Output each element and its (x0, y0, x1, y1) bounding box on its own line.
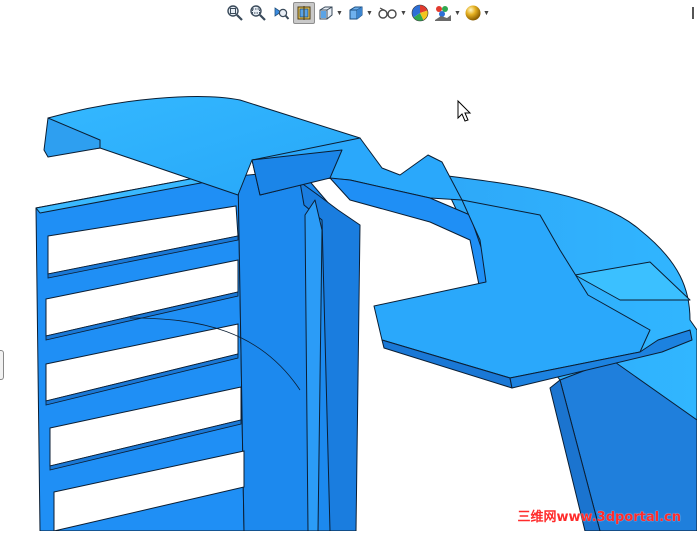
model-view (35, 96, 697, 532)
graphics-area[interactable] (0, 0, 697, 532)
watermark-text: 三维网www.3dportal.cn (517, 510, 681, 525)
mouse-cursor-icon (457, 99, 472, 122)
